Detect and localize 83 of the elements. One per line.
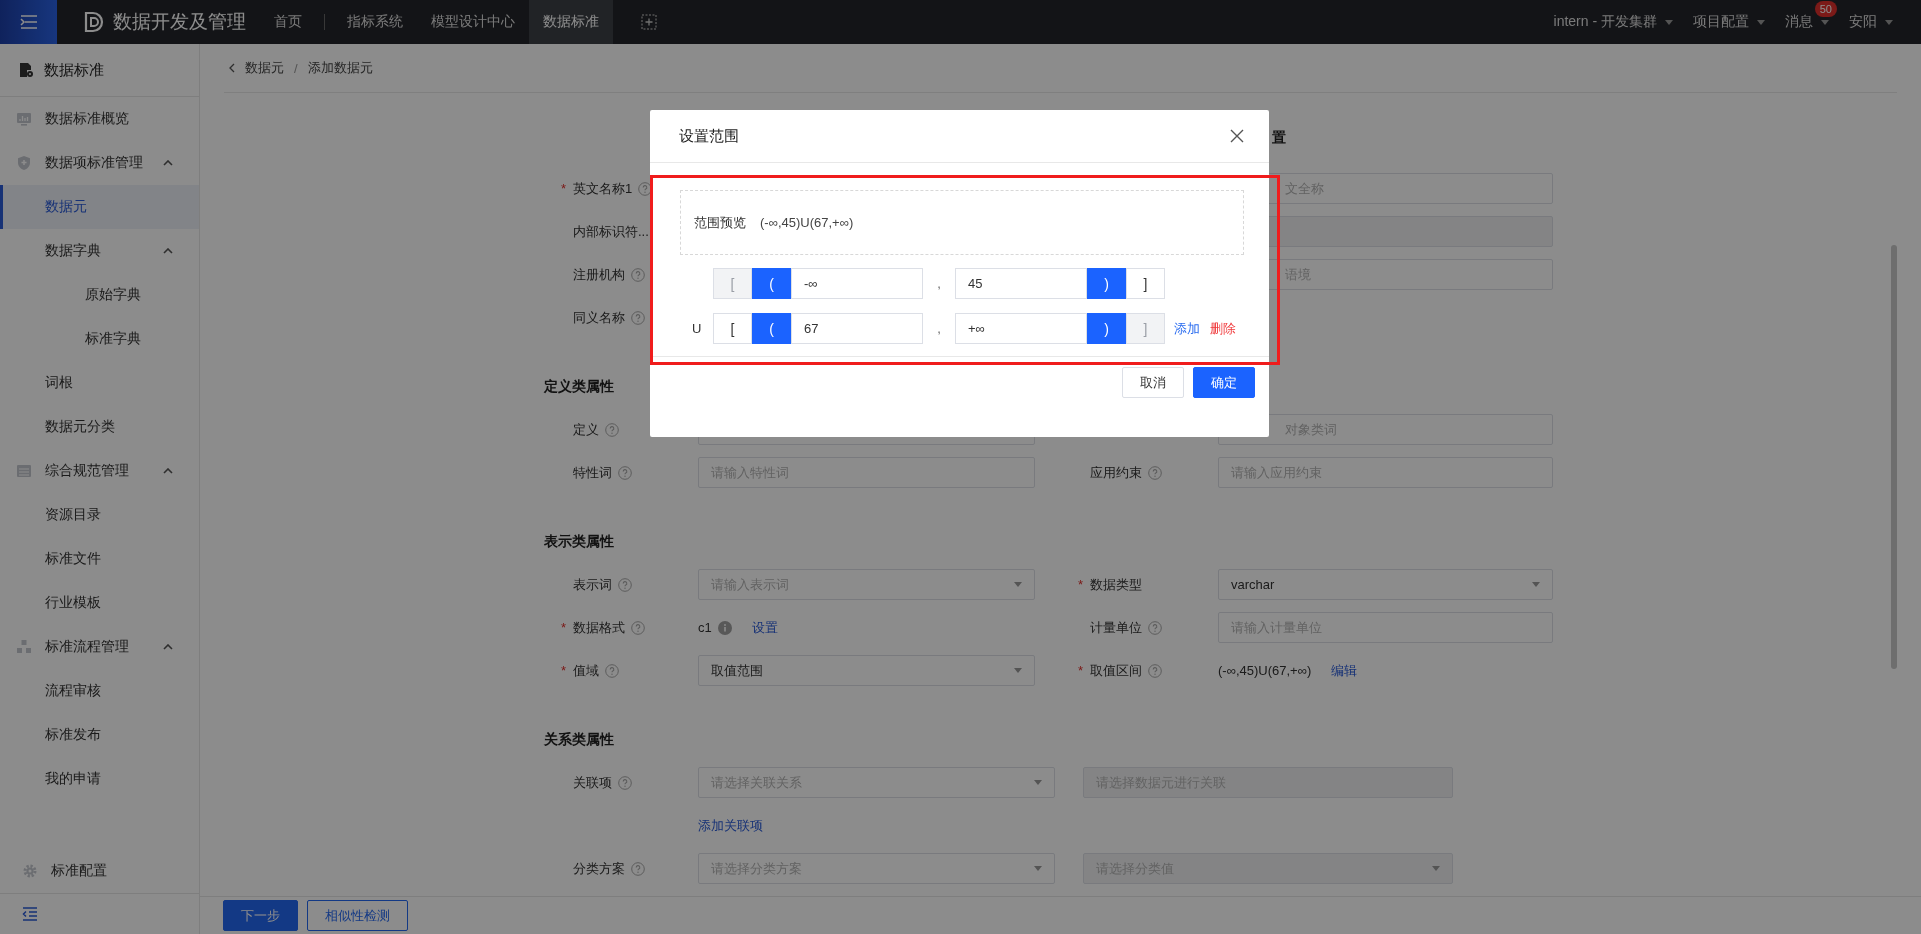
sidebar-item[interactable]: 标准字典	[0, 317, 199, 361]
select-field[interactable]: varchar	[1218, 569, 1553, 601]
field-label: 内部标识符...	[573, 222, 649, 241]
sidebar-item[interactable]: 资源目录	[0, 493, 199, 537]
bracket-toggle[interactable]: )	[1087, 313, 1126, 344]
sidebar-item[interactable]: 行业模板	[0, 581, 199, 625]
field-label: 计量单位	[1090, 618, 1142, 637]
union-symbol: U	[692, 321, 702, 336]
footer-button[interactable]: 下一步	[223, 900, 298, 931]
notification-badge: 50	[1814, 1, 1837, 17]
required-mark: *	[1078, 663, 1085, 679]
section-title: 关系类属性	[544, 731, 614, 750]
delete-link[interactable]: 删除	[1210, 319, 1236, 338]
app-title: 数据开发及管理	[113, 10, 246, 34]
required-mark: *	[561, 181, 568, 197]
field-label: 定义	[573, 420, 599, 439]
field-label: 英文名称1	[573, 179, 633, 198]
select-field[interactable]: 取值范围	[698, 655, 1035, 687]
field-label: 值域	[573, 661, 599, 680]
field-label: 注册机构	[573, 265, 625, 284]
bracket-toggle[interactable]: (	[752, 313, 791, 344]
field-label: 取值区间	[1090, 661, 1142, 680]
top-menu-button[interactable]: 项目配置	[1693, 13, 1765, 31]
breadcrumb-link[interactable]: 添加数据元	[307, 59, 373, 77]
add-link[interactable]: 添加	[1174, 319, 1200, 338]
sidebar-item[interactable]: 词根	[0, 361, 199, 405]
section-title: 定义类属性	[544, 378, 614, 397]
sidebar-item[interactable]: 流程审核	[0, 669, 199, 713]
sidebar-item[interactable]: 标准发布	[0, 713, 199, 757]
field-label: 数据类型	[1090, 575, 1142, 594]
required-mark: *	[1078, 577, 1085, 593]
bracket-toggle[interactable]: (	[752, 268, 791, 299]
breadcrumb-separator: /	[294, 60, 298, 76]
bound-input[interactable]: 67	[791, 313, 923, 344]
nav-tab[interactable]: 首页	[260, 0, 316, 44]
nav-tab[interactable]: 数据标准	[529, 0, 613, 44]
add-link[interactable]: 添加关联项	[698, 816, 763, 835]
bracket-toggle[interactable]: ]	[1126, 268, 1165, 299]
sidebar-item[interactable]: 数据元分类	[0, 405, 199, 449]
field-value: (-∞,45)U(67,+∞)	[1218, 663, 1312, 679]
field-label: 分类方案	[573, 859, 625, 878]
dialog-title: 设置范围	[679, 126, 739, 146]
top-menu-button[interactable]: intern - 开发集群	[1553, 13, 1673, 31]
bound-input[interactable]: 45	[955, 268, 1087, 299]
nav-tab[interactable]: 模型设计中心	[417, 0, 529, 44]
top-menu-button[interactable]: 安阳	[1849, 13, 1893, 31]
required-mark: *	[561, 663, 568, 679]
sidebar-item[interactable]: 数据标准概览	[0, 97, 199, 141]
section-title: 表示类属性	[544, 533, 614, 552]
bound-input[interactable]: +∞	[955, 313, 1087, 344]
field-label: 应用约束	[1090, 463, 1142, 482]
sidebar-item[interactable]: 我的申请	[0, 757, 199, 801]
field-label: 表示词	[573, 575, 612, 594]
dialog-button[interactable]: 确定	[1193, 367, 1255, 398]
field-link[interactable]: 编辑	[1331, 661, 1358, 680]
bracket-toggle[interactable]: )	[1087, 268, 1126, 299]
field-link[interactable]: 设置	[751, 618, 778, 637]
nav-tab[interactable]: 指标系统	[333, 0, 417, 44]
separator: ,	[937, 276, 941, 291]
required-mark: *	[561, 620, 568, 636]
field-label: 关联项	[573, 773, 612, 792]
sidebar-item[interactable]: 数据项标准管理	[0, 141, 199, 185]
separator: ,	[937, 321, 941, 336]
preview-label: 范围预览	[694, 213, 746, 232]
sidebar-item[interactable]: 标准文件	[0, 537, 199, 581]
dialog-button[interactable]: 取消	[1122, 367, 1184, 398]
sidebar-title: 数据标准	[44, 60, 104, 80]
breadcrumb-link[interactable]: 数据元	[245, 59, 284, 77]
field-label: 同义名称	[573, 308, 625, 327]
bound-input[interactable]: -∞	[791, 268, 923, 299]
sidebar-item[interactable]: 标准流程管理	[0, 625, 199, 669]
field-label: 特性词	[573, 463, 612, 482]
sidebar-item[interactable]: 原始字典	[0, 273, 199, 317]
preview-value: (-∞,45)U(67,+∞)	[760, 215, 854, 230]
section-title: 置	[1272, 129, 1286, 148]
sidebar-item[interactable]: 标准配置	[0, 849, 199, 893]
sidebar-item[interactable]: 综合规范管理	[0, 449, 199, 493]
field-label: 数据格式	[573, 618, 625, 637]
bracket-toggle[interactable]: [	[713, 313, 752, 344]
footer-button[interactable]: 相似性检测	[307, 900, 408, 931]
field-value: c1	[698, 620, 712, 636]
sidebar-item[interactable]: 数据元	[0, 185, 199, 229]
sidebar-item[interactable]: 数据字典	[0, 229, 199, 273]
